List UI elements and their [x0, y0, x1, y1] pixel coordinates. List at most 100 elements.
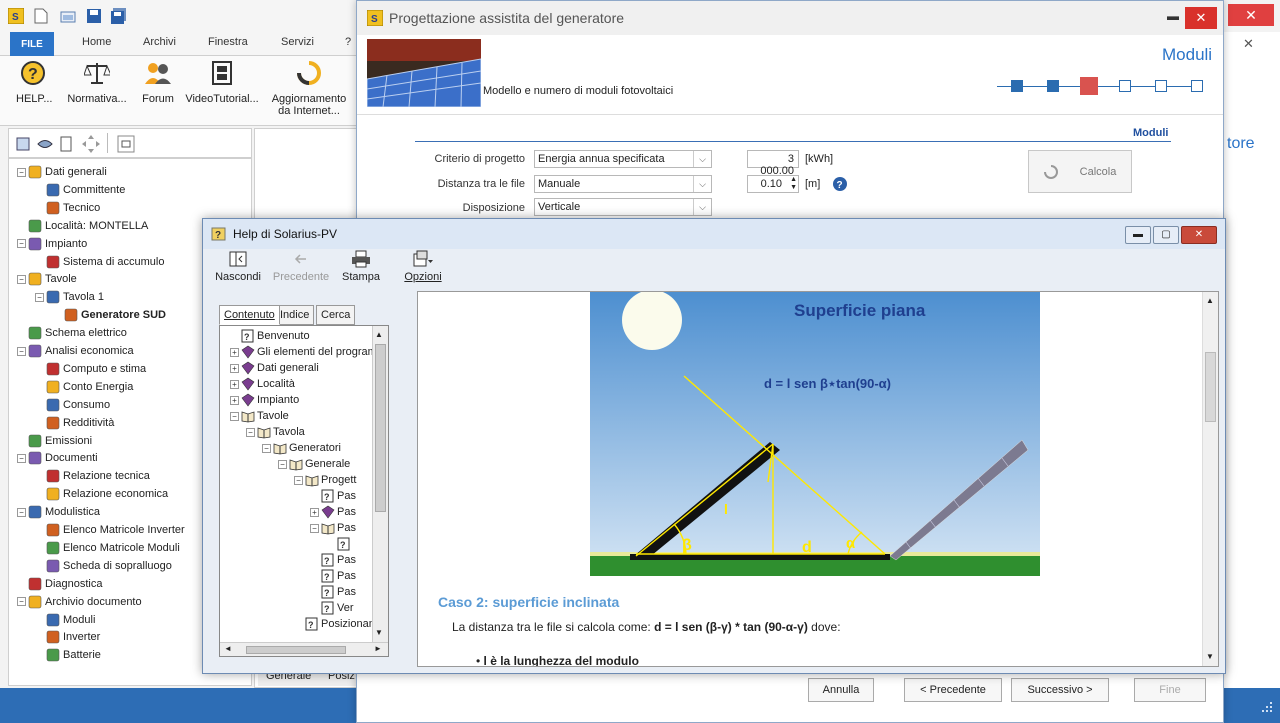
forum-button[interactable]: Forum [138, 60, 178, 105]
help-tree-scroll-thumb[interactable] [375, 344, 386, 512]
help-tree-vscrollbar[interactable]: ▲ ▼ [372, 326, 388, 642]
help-maximize-button[interactable]: ▢ [1153, 226, 1179, 244]
collapse-icon[interactable]: − [294, 475, 303, 485]
tab-cerca[interactable]: Cerca [316, 305, 356, 325]
help-tree-item[interactable]: + Pas [310, 504, 356, 520]
collapse-icon[interactable]: − [246, 427, 255, 437]
opzioni-button[interactable]: Opzioni [401, 250, 445, 283]
collapse-icon[interactable]: − [17, 507, 26, 517]
help-tree-hscroll-thumb[interactable] [246, 646, 346, 654]
tree-item[interactable]: Schema elettrico [17, 324, 127, 342]
tree-item[interactable]: Relazione economica [35, 485, 168, 503]
info-icon[interactable]: ? [832, 176, 848, 192]
expand-icon[interactable]: + [230, 395, 239, 405]
save-all-icon[interactable] [110, 8, 128, 24]
help-tree-item[interactable]: + Dati generali [230, 360, 319, 376]
help-tree-item[interactable]: ? Pas [310, 568, 356, 584]
tree-item[interactable]: − Impianto [17, 235, 87, 253]
help-tree-item[interactable]: ? Pas [310, 488, 356, 504]
precedente-help-button[interactable]: Precedente [271, 250, 331, 283]
precedente-button[interactable]: < Precedente [904, 678, 1002, 702]
tab-finestra[interactable]: Finestra [208, 36, 248, 48]
tree-item[interactable]: Tecnico [35, 199, 100, 217]
tree-item[interactable]: Redditività [35, 414, 114, 432]
normativa-button[interactable]: Normativa... [64, 60, 130, 105]
tree-item[interactable]: Generatore SUD [53, 306, 166, 324]
scroll-down-icon[interactable]: ▼ [375, 628, 383, 637]
tab-file[interactable]: FILE [10, 32, 54, 56]
window-icon[interactable] [117, 135, 135, 153]
tree-item[interactable]: Scheda di sopralluogo [35, 557, 172, 575]
collapse-icon[interactable]: − [17, 167, 26, 177]
collapse-icon[interactable]: − [262, 443, 271, 453]
app-close-button[interactable]: ✕ [1228, 4, 1274, 26]
collapse-icon[interactable]: − [310, 523, 319, 533]
scroll-left-icon[interactable]: ◄ [224, 644, 232, 653]
move-icon[interactable] [81, 134, 101, 154]
tree-item[interactable]: − Tavola 1 [35, 288, 104, 306]
help-close-button[interactable]: ✕ [1181, 226, 1217, 244]
successivo-button[interactable]: Successivo > [1011, 678, 1109, 702]
help-tree-item[interactable]: ? Benvenuto [230, 328, 310, 344]
help-tree-item[interactable]: − Generale [278, 456, 350, 472]
help-minimize-button[interactable]: ▬ [1125, 226, 1151, 244]
tree-item[interactable]: Sistema di accumulo [35, 253, 165, 271]
help-tree-item[interactable]: − Tavole [230, 408, 289, 424]
expand-icon[interactable]: + [230, 363, 239, 373]
videotutorial-button[interactable]: VideoTutorial... [184, 60, 260, 105]
tree-item[interactable]: − Modulistica [17, 503, 100, 521]
help-tree-hscrollbar[interactable]: ◄ ► [220, 642, 388, 656]
expand-icon[interactable]: + [230, 379, 239, 389]
tab-home[interactable]: Home [82, 36, 111, 48]
help-content-scroll-thumb[interactable] [1205, 352, 1216, 422]
tab-archivi[interactable]: Archivi [143, 36, 176, 48]
disposizione-select[interactable]: Verticale ⌵ [534, 198, 712, 216]
collapse-icon[interactable]: − [230, 411, 239, 421]
tree-item[interactable]: Emissioni [17, 432, 92, 450]
help-tree-item[interactable]: + Località [230, 376, 295, 392]
tab-contenuto[interactable]: Contenuto [219, 305, 280, 325]
tab-servizi[interactable]: Servizi [281, 36, 314, 48]
main-close-button[interactable]: ✕ [1243, 36, 1254, 52]
collapse-icon[interactable]: − [17, 453, 26, 463]
tree-item[interactable]: − Analisi economica [17, 342, 134, 360]
help-tree-item[interactable]: ? Pas [310, 552, 356, 568]
open-icon[interactable] [60, 8, 76, 24]
tree-item[interactable]: − Documenti [17, 449, 98, 467]
nascondi-button[interactable]: Nascondi [215, 250, 261, 283]
aggiornamento-button[interactable]: Aggiornamento da Internet... [268, 60, 350, 117]
stampa-button[interactable]: Stampa [341, 250, 381, 283]
collapse-icon[interactable]: − [17, 274, 26, 284]
new-document-icon[interactable] [34, 8, 48, 24]
save-icon[interactable] [86, 8, 102, 24]
help-tree-item[interactable]: ? [326, 536, 353, 552]
tree-item[interactable]: Relazione tecnica [35, 467, 150, 485]
collapse-icon[interactable]: − [278, 459, 287, 469]
spin-arrows-icon[interactable]: ▲ ▼ [790, 176, 797, 192]
tree-item[interactable]: Conto Energia [35, 378, 133, 396]
help-tree-item[interactable]: + Gli elementi del program [230, 344, 377, 360]
help-tree-item[interactable]: − Progett [294, 472, 356, 488]
eye-icon[interactable] [37, 136, 53, 152]
book-icon[interactable] [15, 136, 31, 152]
distanza-select[interactable]: Manuale ⌵ [534, 175, 712, 193]
wizard-close-button[interactable]: ✕ [1185, 7, 1217, 29]
calcola-button[interactable]: Calcola [1028, 150, 1132, 193]
collapse-icon[interactable]: − [35, 292, 44, 302]
tree-item[interactable]: Elenco Matricole Moduli [35, 539, 180, 557]
help-tree-item[interactable]: − Generatori [262, 440, 341, 456]
expand-icon[interactable]: + [230, 347, 239, 357]
tree-item[interactable]: Batterie [35, 646, 101, 664]
tree-item[interactable]: Moduli [35, 611, 95, 629]
document-icon[interactable] [59, 136, 73, 152]
tree-item[interactable]: Inverter [35, 628, 100, 646]
collapse-icon[interactable]: − [17, 239, 26, 249]
tree-item[interactable]: Diagnostica [17, 575, 102, 593]
scroll-right-icon[interactable]: ► [374, 644, 382, 653]
tree-item[interactable]: Località: MONTELLA [17, 217, 148, 235]
help-tree-item[interactable]: ? Posizionam [294, 616, 378, 632]
tree-item[interactable]: − Tavole [17, 270, 77, 288]
collapse-icon[interactable]: − [17, 346, 26, 356]
scroll-down-icon[interactable]: ▼ [1206, 652, 1214, 661]
help-tree-item[interactable]: − Pas [310, 520, 356, 536]
